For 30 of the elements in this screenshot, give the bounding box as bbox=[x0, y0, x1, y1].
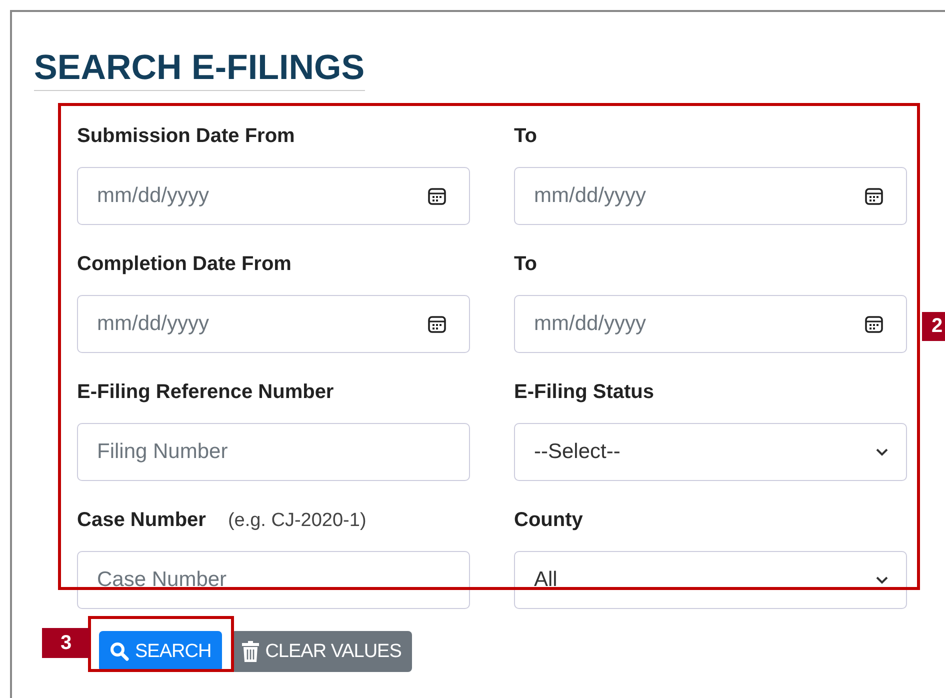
field-label: E-Filing Reference Number bbox=[77, 381, 334, 404]
date-field[interactable]: mm/dd/yyyy bbox=[514, 167, 907, 225]
field-label: To bbox=[514, 253, 537, 276]
calendar-icon[interactable] bbox=[428, 315, 446, 333]
callout-number: 3 bbox=[42, 628, 90, 658]
clear-values-button[interactable]: CLEAR VALUES bbox=[231, 631, 412, 672]
field-label: To bbox=[514, 125, 537, 148]
field-label: County bbox=[514, 509, 583, 532]
page-title: SEARCH E-FILINGS bbox=[34, 48, 365, 91]
field-hint: (e.g. CJ-2020-1) bbox=[228, 510, 366, 532]
text-field[interactable]: Filing Number bbox=[77, 423, 470, 481]
select-dropdown[interactable]: All bbox=[514, 551, 907, 609]
calendar-icon[interactable] bbox=[865, 315, 883, 333]
chevron-down-icon bbox=[876, 576, 888, 584]
search-icon bbox=[110, 642, 129, 661]
calendar-icon[interactable] bbox=[428, 187, 446, 205]
select-dropdown[interactable]: --Select-- bbox=[514, 423, 907, 481]
text-field[interactable]: Case Number bbox=[77, 551, 470, 609]
calendar-icon[interactable] bbox=[865, 187, 883, 205]
date-field[interactable]: mm/dd/yyyy bbox=[77, 167, 470, 225]
date-field[interactable]: mm/dd/yyyy bbox=[514, 295, 907, 353]
field-label: Completion Date From bbox=[77, 253, 292, 276]
field-label: Submission Date From bbox=[77, 125, 295, 148]
date-field[interactable]: mm/dd/yyyy bbox=[77, 295, 470, 353]
search-button[interactable]: SEARCH bbox=[99, 631, 222, 672]
field-label: E-Filing Status bbox=[514, 381, 654, 404]
callout-number: 2 bbox=[922, 312, 945, 341]
chevron-down-icon bbox=[876, 448, 888, 456]
field-label: Case Number bbox=[77, 509, 206, 532]
trash-icon bbox=[242, 641, 260, 662]
